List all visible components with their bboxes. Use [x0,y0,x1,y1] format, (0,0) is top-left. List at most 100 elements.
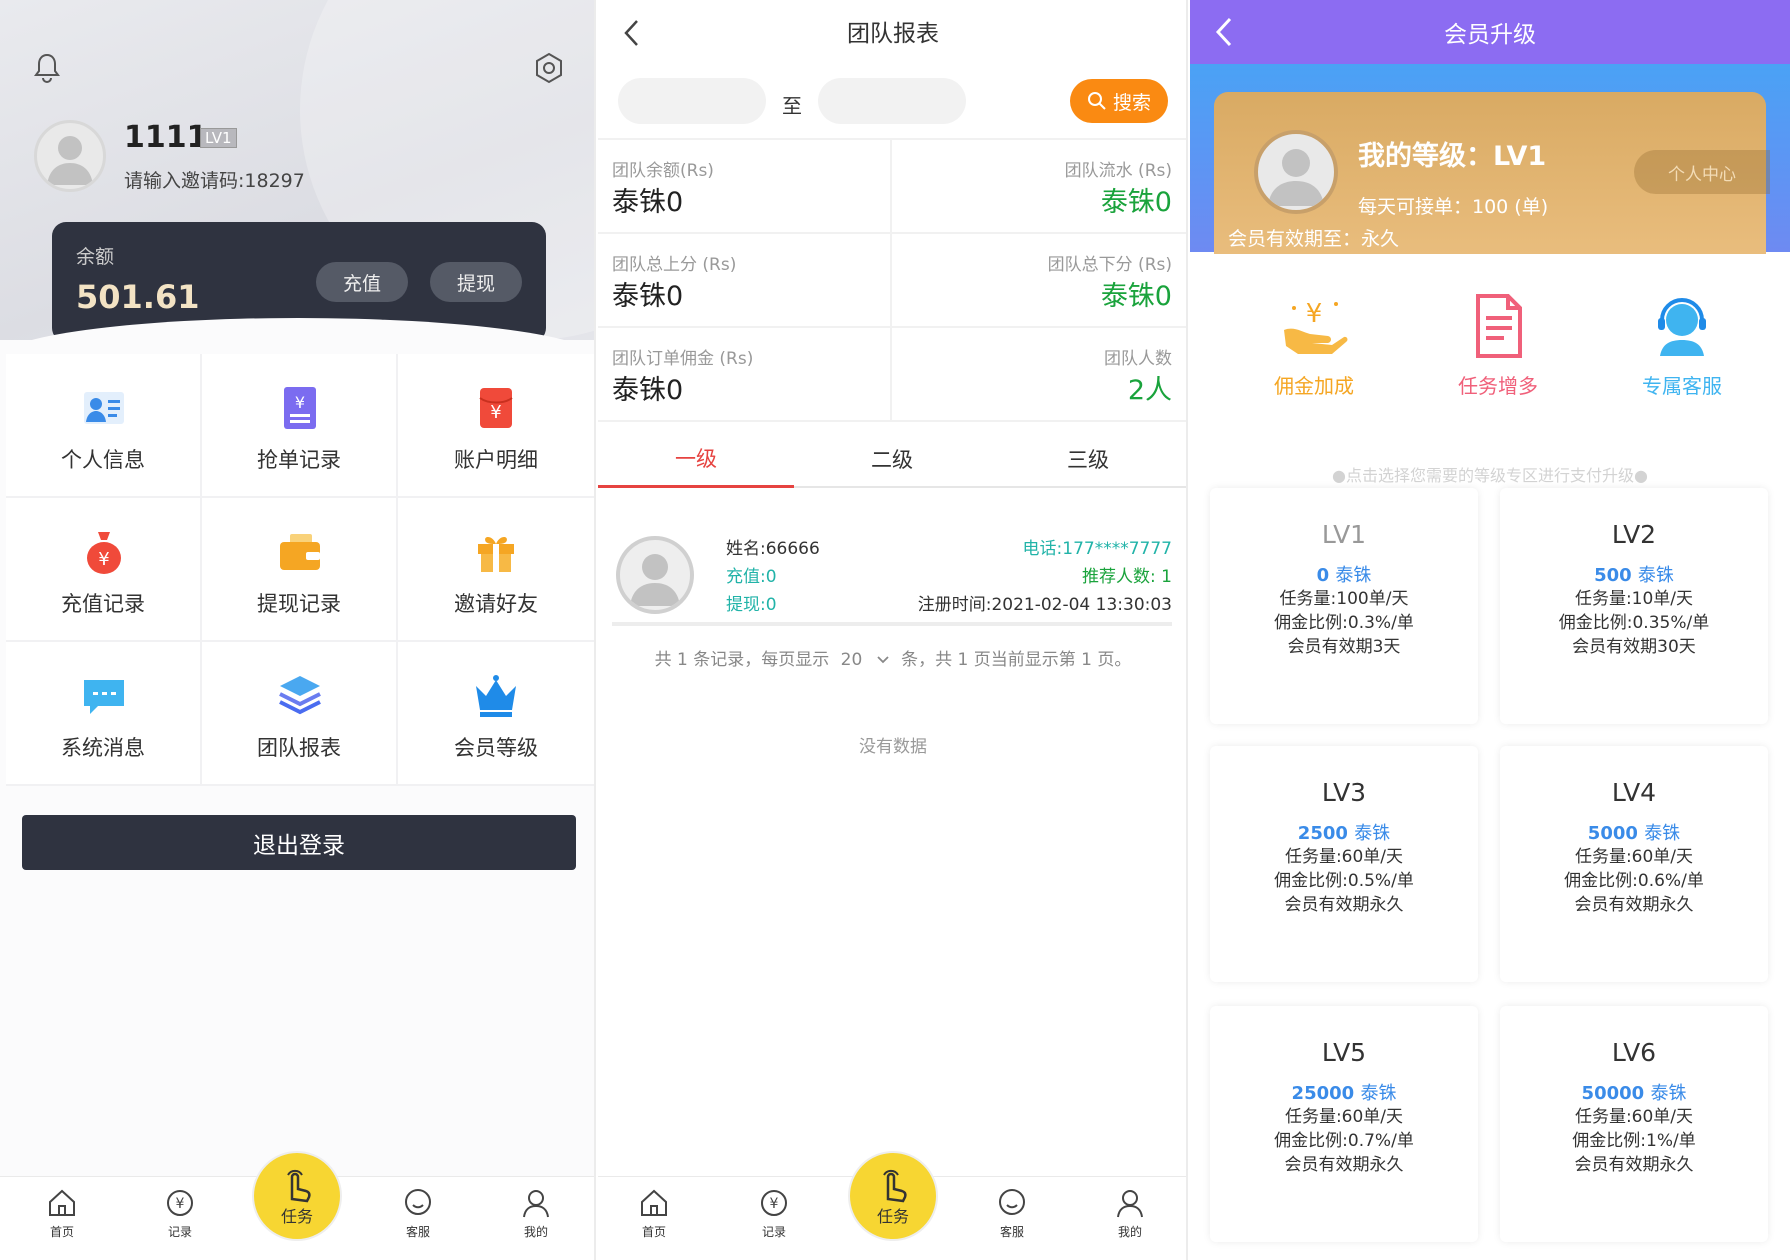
logout-button[interactable]: 退出登录 [22,815,576,870]
menu-invite-friends[interactable]: 邀请好友 [398,498,594,642]
perk-more-tasks: 任务增多 [1406,290,1590,399]
perk-commission: ¥ 佣金加成 [1222,290,1406,399]
no-data-text: 没有数据 [859,737,927,757]
menu-order-records[interactable]: ¥ 抢单记录 [202,354,398,498]
my-level-card: 我的等级：LV1 每天可接单：100 (单) 会员有效期至：永久 个人中心 [1214,92,1770,254]
tab-bar: 首页 ¥ 记录 任务 客服 我的 [598,1151,1186,1260]
invite-code-text[interactable]: 请输入邀请码:18297 [124,166,305,193]
tab-mine[interactable]: 我的 [1100,1187,1160,1240]
tab-records[interactable]: ¥ 记录 [150,1187,210,1240]
stat-value: 泰铢0 [612,281,684,312]
tab-task[interactable]: 任务 [252,1151,342,1241]
withdraw-button[interactable]: 提现 [430,262,522,302]
stat-team-balance: 团队余额(Rs) 泰铢0 [598,140,892,234]
level-card-lv4[interactable]: LV4 5000 泰铢 任务量:60单/天 佣金比例:0.6%/单 会员有效期永… [1500,746,1768,982]
chat-bubble-icon [80,672,128,720]
level-card-lv1[interactable]: LV1 0 泰铢 任务量:100单/天 佣金比例:0.3%/单 会员有效期3天 [1210,488,1478,724]
level-name: LV2 [1611,520,1657,549]
stat-team-deposit: 团队总上分 (Rs) 泰铢0 [598,234,892,328]
level-validity: 会员有效期永久 [1284,1155,1404,1175]
avatar[interactable] [34,120,106,192]
level-card-lv5[interactable]: LV5 25000 泰铢 任务量:60单/天 佣金比例:0.7%/单 会员有效期… [1210,1006,1478,1242]
stat-label: 团队总下分 (Rs) [1047,255,1172,275]
tab-records[interactable]: ¥ 记录 [744,1187,804,1240]
level-validity: 会员有效期永久 [1574,1155,1694,1175]
level-tasks: 任务量:10单/天 [1574,589,1694,609]
stat-team-commission: 团队订单佣金 (Rs) 泰铢0 [598,328,892,422]
tab-label: 我的 [1117,1225,1142,1239]
price-currency: 泰铢 [1650,1083,1687,1104]
level-ratio: 佣金比例:0.7%/单 [1274,1131,1414,1151]
level-ratio: 佣金比例:0.6%/单 [1564,871,1704,891]
crown-icon [472,672,520,720]
menu-personal-info[interactable]: 个人信息 [6,354,202,498]
tab-service[interactable]: 客服 [982,1187,1042,1240]
tab-home[interactable]: 首页 [32,1187,92,1240]
member-registered: 注册时间:2021-02-04 13:30:03 [917,595,1172,615]
price-currency: 泰铢 [1644,823,1681,844]
level-validity: 会员有效期3天 [1287,637,1401,657]
back-arrow-icon[interactable] [1214,16,1234,48]
level-name: LV6 [1611,1038,1657,1067]
pagination: 共 1 条记录，每页显示 20 条，共 1 页当前显示第 1 页。 [598,645,1186,670]
personal-center-button[interactable]: 个人中心 [1634,150,1770,194]
level-price: 25000 泰铢 [1210,1079,1478,1105]
menu-team-report[interactable]: 团队报表 [202,642,398,786]
level-price: 0 泰铢 [1210,561,1478,587]
end-date-input[interactable] [818,78,966,124]
stat-value: 泰铢0 [1100,281,1172,312]
stat-label: 团队流水 (Rs) [1064,161,1172,181]
tab-label: 任务 [280,1207,313,1226]
stat-label: 团队余额(Rs) [612,161,714,181]
tab-label: 首页 [49,1225,74,1239]
tap-hand-icon [280,1165,314,1203]
search-button[interactable]: 搜索 [1070,79,1168,123]
recharge-button[interactable]: 充值 [316,262,408,302]
search-label: 搜索 [1112,91,1151,114]
bell-icon[interactable] [32,52,62,84]
svg-text:¥: ¥ [98,549,109,570]
back-arrow-icon[interactable] [622,18,640,48]
menu-member-level[interactable]: 会员等级 [398,642,594,786]
tab-label: 客服 [999,1225,1024,1239]
tab-level-3[interactable]: 三级 [990,430,1186,488]
date-separator: 至 [782,94,802,118]
member-row[interactable]: 姓名:66666 充值:0 提现:0 电话:177****7777 推荐人数: … [612,510,1172,626]
menu-withdraw-records[interactable]: 提现记录 [202,498,398,642]
tab-home[interactable]: 首页 [624,1187,684,1240]
stat-team-members: 团队人数 2人 [892,328,1186,422]
member-avatar [616,536,694,614]
tab-level-2[interactable]: 二级 [794,430,990,488]
tab-level-1[interactable]: 一级 [598,430,794,488]
vip-upgrade-screen: 会员升级 我的等级：LV1 每天可接单：100 (单) 会员有效期至：永久 个人… [1190,0,1790,1260]
level-card-lv3[interactable]: LV3 2500 泰铢 任务量:60单/天 佣金比例:0.5%/单 会员有效期永… [1210,746,1478,982]
menu-label: 会员等级 [454,736,538,760]
customer-service-icon [1646,290,1718,362]
menu-label: 系统消息 [61,736,145,760]
settings-icon[interactable] [534,52,564,84]
price-value: 0 [1316,565,1330,586]
page-size-select[interactable]: 20 [841,650,890,670]
menu-system-messages[interactable]: 系统消息 [6,642,202,786]
menu-account-details[interactable]: ¥ 账户明细 [398,354,594,498]
yuan-circle-icon: ¥ [164,1187,196,1219]
tab-task[interactable]: 任务 [848,1151,938,1241]
member-withdraw: 提现:0 [726,595,777,615]
username: 1111 [124,120,208,155]
price-currency: 泰铢 [1335,565,1372,586]
level-card-lv2[interactable]: LV2 500 泰铢 任务量:10单/天 佣金比例:0.35%/单 会员有效期3… [1500,488,1768,724]
menu-recharge-records[interactable]: ¥ 充值记录 [6,498,202,642]
profile-screen: 1111 LV1 请输入邀请码:18297 余额 501.61 充值 提现 个人… [0,0,596,1260]
member-recharge: 充值:0 [726,567,777,587]
home-icon [638,1187,670,1219]
stat-value: 泰铢0 [612,187,684,218]
tab-service[interactable]: 客服 [388,1187,448,1240]
stat-label: 团队人数 [1104,349,1172,369]
tab-mine[interactable]: 我的 [506,1187,566,1240]
price-value: 25000 [1291,1083,1355,1104]
start-date-input[interactable] [618,78,766,124]
level-validity: 会员有效期永久 [1284,895,1404,915]
user-icon [1114,1187,1146,1219]
avatar [1254,130,1338,214]
level-card-lv6[interactable]: LV6 50000 泰铢 任务量:60单/天 佣金比例:1%/单 会员有效期永久 [1500,1006,1768,1242]
